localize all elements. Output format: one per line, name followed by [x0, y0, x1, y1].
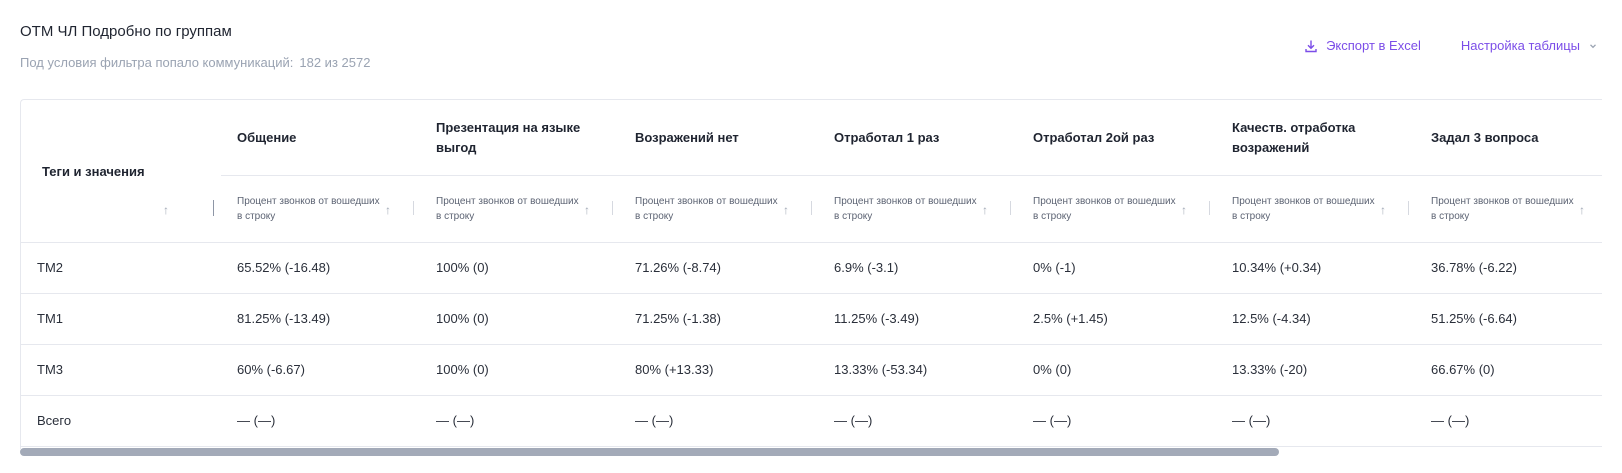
sort-arrow-icon[interactable]: ↑	[1380, 203, 1386, 217]
table-settings-label: Настройка таблицы	[1460, 38, 1580, 53]
table-cell: 2.5% (+1.45)	[1033, 311, 1108, 326]
chevron-down-icon	[1588, 41, 1598, 51]
sort-arrow-icon[interactable]: ↑	[783, 203, 789, 217]
table-cell: 6.9% (-3.1)	[834, 260, 899, 275]
table-cell: 65.52% (-16.48)	[237, 260, 331, 275]
filter-summary: Под условия фильтра попало коммуникаций:…	[20, 55, 370, 70]
table-cell: 71.26% (-8.74)	[635, 260, 721, 275]
table-cell: 60% (-6.67)	[237, 362, 305, 377]
table-cell: 100% (0)	[436, 362, 489, 377]
header-divider	[221, 175, 1602, 176]
table-settings-dropdown[interactable]: Настройка таблицы	[1461, 38, 1598, 53]
table-cell: — (—)	[834, 413, 873, 428]
filter-summary-text: Под условия фильтра попало коммуникаций:	[20, 55, 294, 70]
sort-arrow-icon[interactable]: ↑	[584, 203, 590, 217]
table-cell: — (—)	[237, 413, 276, 428]
row-label: Всего	[37, 413, 72, 428]
row-label: ТМ2	[37, 260, 63, 275]
column-title: Отработал 1 раз	[834, 129, 940, 145]
table-cell: 10.34% (+0.34)	[1232, 260, 1322, 275]
table-cell: 66.67% (0)	[1431, 362, 1495, 377]
table-cell: 13.33% (-53.34)	[834, 362, 928, 377]
table-cell: — (—)	[635, 413, 674, 428]
column-resize-handle[interactable]	[413, 201, 414, 215]
table-cell: 51.25% (-6.64)	[1431, 311, 1517, 326]
filter-summary-count: 182 из 2572	[299, 55, 371, 70]
report-page: ОТМ ЧЛ Подробно по группам Под условия ф…	[0, 0, 1622, 473]
table-cell: — (—)	[1232, 413, 1271, 428]
table-cell: 36.78% (-6.22)	[1431, 260, 1517, 275]
toolbar: Экспорт в Excel Настройка таблицы	[1304, 38, 1598, 53]
column-title: Презентация на языке выгод	[436, 119, 581, 155]
table-cell: 100% (0)	[436, 311, 489, 326]
column-resize-handle[interactable]	[213, 200, 214, 216]
table-cell: 12.5% (-4.34)	[1232, 311, 1311, 326]
horizontal-scrollbar[interactable]	[20, 448, 1279, 456]
table-cell: 71.25% (-1.38)	[635, 311, 721, 326]
column-title: Общение	[237, 129, 297, 145]
table-cell: 81.25% (-13.49)	[237, 311, 331, 326]
column-resize-handle[interactable]	[1408, 201, 1409, 215]
table-cell: — (—)	[436, 413, 475, 428]
column-title: Качеств. отработка возражений	[1232, 119, 1356, 155]
sort-arrow-icon[interactable]: ↑	[385, 203, 391, 217]
table-grid: Теги и значения ↑ Общение Процент звонков …	[21, 100, 1602, 447]
table-cell: 0% (-1)	[1033, 260, 1076, 275]
table-cell: 80% (+13.33)	[635, 362, 714, 377]
sort-arrow-icon[interactable]: ↑	[982, 203, 988, 217]
row-divider	[21, 446, 1602, 447]
export-excel-label: Экспорт в Excel	[1326, 38, 1421, 53]
column-title: Отработал 2ой раз	[1033, 129, 1155, 145]
sort-arrow-icon[interactable]: ↑	[1181, 203, 1187, 217]
table-cell: — (—)	[1033, 413, 1072, 428]
export-excel-button[interactable]: Экспорт в Excel	[1304, 38, 1421, 53]
table-cell: 13.33% (-20)	[1232, 362, 1308, 377]
table-cell: 11.25% (-3.49)	[834, 311, 920, 326]
column-resize-handle[interactable]	[811, 201, 812, 215]
table-cell: 100% (0)	[436, 260, 489, 275]
page-title: ОТМ ЧЛ Подробно по группам	[20, 23, 232, 40]
sort-arrow-icon[interactable]: ↑	[163, 203, 169, 217]
column-resize-handle[interactable]	[1209, 201, 1210, 215]
sort-arrow-icon[interactable]: ↑	[1579, 203, 1585, 217]
column-resize-handle[interactable]	[1010, 201, 1011, 215]
groups-table: Теги и значения ↑ Общение Процент звонков …	[20, 99, 1602, 449]
column-resize-handle[interactable]	[612, 201, 613, 215]
column-title: Возражений нет	[635, 129, 739, 145]
column-title: Задал 3 вопроса	[1431, 129, 1539, 145]
column-subtitle: Процент звонков от вошедших в строку	[1431, 195, 1574, 222]
table-cell: 0% (0)	[1033, 362, 1072, 377]
row-label: ТМ3	[37, 362, 63, 377]
table-cell: — (—)	[1431, 413, 1470, 428]
row-header-label: Теги и значения	[42, 163, 145, 179]
row-label: ТМ1	[37, 311, 63, 326]
download-icon	[1304, 39, 1318, 53]
